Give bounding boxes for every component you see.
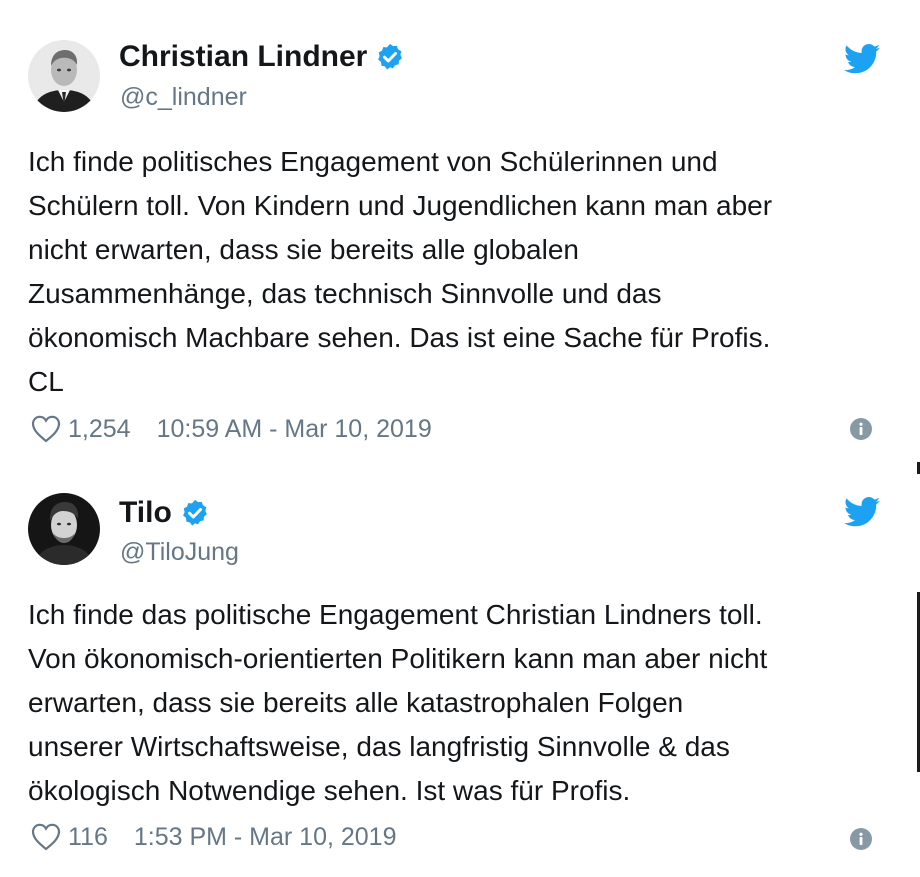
display-name[interactable]: Tilo bbox=[119, 495, 172, 531]
twitter-bird-icon[interactable] bbox=[844, 44, 880, 74]
timestamp[interactable]: 10:59 AM - Mar 10, 2019 bbox=[157, 414, 432, 444]
info-icon[interactable] bbox=[850, 828, 872, 850]
avatar-portrait bbox=[28, 40, 100, 112]
tweet-card: Tilo @TiloJung Ich finde das politische … bbox=[0, 455, 920, 877]
author-name-row: Tilo bbox=[119, 495, 210, 531]
tweet-meta: 116 1:53 PM - Mar 10, 2019 bbox=[30, 822, 397, 852]
tweet-card: Christian Lindner @c_lindner Ich finde p… bbox=[0, 0, 920, 455]
user-handle[interactable]: @c_lindner bbox=[120, 82, 247, 112]
verified-badge-icon bbox=[375, 42, 405, 72]
tweet-text: Ich finde politisches Engagement von Sch… bbox=[28, 146, 773, 397]
avatar[interactable] bbox=[28, 40, 100, 112]
avatar[interactable] bbox=[28, 493, 100, 565]
like-count[interactable]: 116 bbox=[68, 822, 108, 852]
twitter-bird-icon[interactable] bbox=[844, 497, 880, 527]
info-icon[interactable] bbox=[850, 418, 872, 440]
tweet-meta: 1,254 10:59 AM - Mar 10, 2019 bbox=[30, 414, 432, 444]
user-handle[interactable]: @TiloJung bbox=[120, 537, 239, 567]
like-count[interactable]: 1,254 bbox=[68, 414, 131, 444]
avatar-portrait bbox=[28, 493, 100, 565]
heart-icon[interactable] bbox=[30, 822, 62, 852]
author-name-row: Christian Lindner bbox=[119, 39, 405, 75]
timestamp[interactable]: 1:53 PM - Mar 10, 2019 bbox=[134, 822, 397, 852]
verified-badge-icon bbox=[180, 498, 210, 528]
heart-icon[interactable] bbox=[30, 414, 62, 444]
display-name[interactable]: Christian Lindner bbox=[119, 39, 367, 75]
tweet-text: Ich finde das politische Engagement Chri… bbox=[28, 599, 768, 806]
